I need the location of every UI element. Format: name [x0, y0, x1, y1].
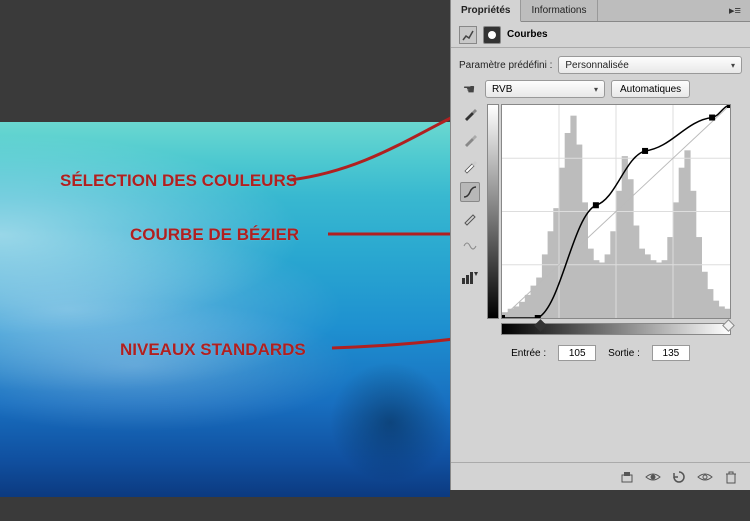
preset-value: Personnalisée [565, 60, 628, 71]
input-value[interactable] [558, 345, 596, 361]
white-point-slider[interactable] [722, 319, 735, 332]
annotation-levels: NIVEAUX STANDARDS [120, 340, 306, 360]
tool-column [459, 104, 481, 335]
tab-properties[interactable]: Propriétés [451, 0, 521, 22]
auto-button-label: Automatiques [620, 84, 681, 95]
clip-warning-icon[interactable] [460, 268, 480, 288]
panel-title: Courbes [507, 29, 548, 40]
visibility-icon[interactable] [644, 468, 662, 486]
input-label: Entrée : [511, 345, 546, 361]
annotation-colors: SÉLECTION DES COULEURS [60, 171, 297, 191]
scrubber-icon[interactable]: ☚ [459, 81, 479, 98]
annotation-bezier: COURBE DE BÉZIER [130, 225, 299, 245]
clip-to-layer-icon[interactable] [618, 468, 636, 486]
panel-footer [451, 462, 750, 490]
mask-icon[interactable] [483, 26, 501, 44]
black-point-slider[interactable] [534, 319, 547, 332]
trash-icon[interactable] [722, 468, 740, 486]
reset-icon[interactable] [670, 468, 688, 486]
panel-body: Paramètre prédéfini : Personnalisée ☚ RV… [451, 48, 750, 102]
output-gradient [487, 104, 499, 319]
panel-menu-icon[interactable]: ▸≡ [720, 0, 750, 21]
channel-select[interactable]: RVB [485, 80, 605, 98]
smooth-tool-icon[interactable] [460, 234, 480, 254]
input-output-row: Entrée : Sortie : [451, 339, 750, 367]
adjustments-icon[interactable] [459, 26, 477, 44]
graph-wrap [487, 104, 742, 335]
eyedropper-white-icon[interactable] [460, 156, 480, 176]
eyedropper-gray-icon[interactable] [460, 130, 480, 150]
preset-select[interactable]: Personnalisée [558, 56, 742, 74]
output-label: Sortie : [608, 345, 640, 361]
tab-information[interactable]: Informations [521, 0, 597, 21]
panel-header: Courbes [451, 22, 750, 48]
output-value[interactable] [652, 345, 690, 361]
input-gradient[interactable] [501, 323, 731, 335]
properties-panel: Propriétés Informations ▸≡ Courbes Param… [450, 0, 750, 490]
eyedropper-black-icon[interactable] [460, 104, 480, 124]
pencil-tool-icon[interactable] [460, 208, 480, 228]
panel-tabs: Propriétés Informations ▸≡ [451, 0, 750, 22]
curves-area [451, 102, 750, 339]
channel-value: RVB [492, 84, 512, 95]
preset-label: Paramètre prédéfini : [459, 60, 552, 71]
channel-row: ☚ RVB Automatiques [459, 80, 742, 98]
curves-graph[interactable] [501, 104, 731, 319]
preset-row: Paramètre prédéfini : Personnalisée [459, 56, 742, 74]
curve-point-tool-icon[interactable] [460, 182, 480, 202]
auto-button[interactable]: Automatiques [611, 80, 690, 98]
preview-icon[interactable] [696, 468, 714, 486]
